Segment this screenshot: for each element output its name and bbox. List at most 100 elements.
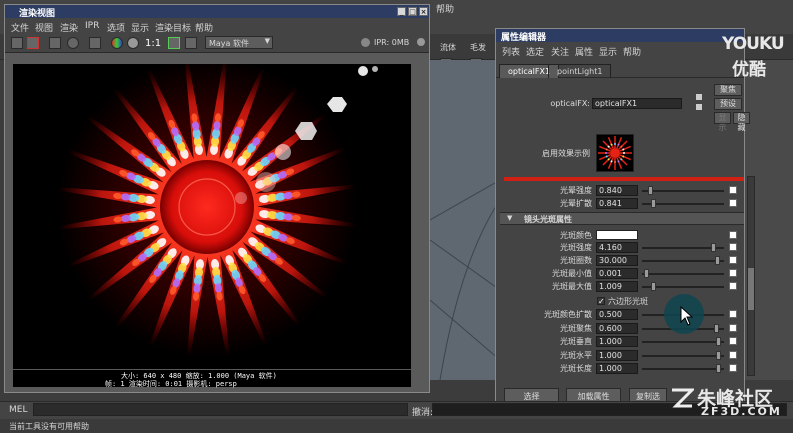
rendered-image[interactable] [13,64,411,369]
remove-image-icon[interactable] [185,37,197,49]
help-line-text: 当前工具没有可用帮助 [9,422,89,431]
swatch-bead [614,143,616,145]
attribute-value-field[interactable]: 0.001 [596,268,638,279]
slider-knob[interactable] [648,186,654,195]
slider-knob[interactable] [714,256,720,265]
snapshot-icon[interactable] [49,37,61,49]
attribute-value-field[interactable]: 30.000 [596,255,638,266]
attribute-value-field[interactable]: 1.009 [596,281,638,292]
slider-knob[interactable] [713,323,719,333]
slider-knob[interactable] [716,364,722,373]
attribute-slider[interactable] [642,190,724,192]
perspective-viewport[interactable] [430,60,500,380]
ipr-icon[interactable] [89,37,101,49]
attribute-slider[interactable] [642,341,724,343]
attribute-value-field[interactable]: 1.000 [596,363,638,374]
show-button[interactable]: 显示 [714,112,731,132]
tab-pointlight1[interactable]: pointLight1 [548,64,612,78]
hexagon-checkbox[interactable]: ✓ [597,297,605,306]
slider-knob[interactable] [643,269,649,278]
ratio-label[interactable]: 1:1 [145,38,161,49]
node-name-field[interactable]: opticalFX1 [592,98,682,109]
map-button-icon[interactable] [729,364,737,372]
attribute-label: 光斑水平 [560,350,592,360]
shelf-tab-fluids[interactable]: 流体 [440,42,456,53]
ae-menu-help[interactable]: 帮助 [623,45,641,58]
slider-knob[interactable] [716,337,722,346]
attribute-value-field[interactable]: 0.840 [596,185,638,196]
attribute-value-field[interactable]: 0.500 [596,309,638,320]
renderer-dropdown[interactable]: Maya 软件 ▼ [205,36,273,49]
alpha-channel-icon[interactable] [127,37,139,49]
focus-button[interactable]: 聚焦 [714,84,742,96]
maya-menu-help[interactable]: 帮助 [436,2,454,15]
slider-knob[interactable] [716,350,722,360]
swatch-bead [623,152,625,154]
attribute-value-field[interactable]: 0.600 [596,322,638,334]
slider-knob[interactable] [650,199,656,208]
mel-label[interactable]: MEL [9,405,27,415]
attribute-row: 光斑颜色扩散 0.500 [496,309,744,321]
close-button[interactable]: × [419,7,428,16]
renderer-value: Maya 软件 [209,39,249,48]
attribute-editor-window: 属性编辑器 列表 选定 关注 属性 显示 帮助 opticalFX1 point… [495,28,750,409]
map-button-icon[interactable] [729,282,737,290]
render-icon[interactable] [11,37,23,49]
ae-menu-show[interactable]: 显示 [599,45,617,58]
render-region-icon[interactable] [27,37,39,49]
shelf-tab-fur[interactable]: 毛发 [470,42,486,53]
youku-logo: YOUKU [722,34,785,54]
attribute-slider[interactable] [642,273,724,275]
attribute-row: 光斑水平 1.000 [496,349,744,362]
attribute-value-field[interactable]: 4.160 [596,242,638,253]
attribute-row: 光斑最小值 0.001 [496,268,744,280]
map-button-icon[interactable] [729,199,737,207]
scrollbar-thumb[interactable] [748,268,754,310]
refresh-icon[interactable] [67,37,79,49]
slider-knob[interactable] [710,243,716,252]
attribute-value-field[interactable]: 0.841 [596,198,638,209]
map-button-icon[interactable] [729,231,737,239]
lens-flare-section-header[interactable]: ▼ 镜头光斑属性 [500,212,744,225]
ae-menu-list[interactable]: 列表 [502,45,520,58]
ae-menu-attributes[interactable]: 属性 [575,45,593,58]
attribute-slider[interactable] [642,354,724,357]
mel-input[interactable] [33,403,408,416]
attribute-value-field[interactable]: 1.000 [596,336,638,347]
map-button-icon[interactable] [729,269,737,277]
map-button-icon[interactable] [729,337,737,345]
mouse-cursor-icon [680,306,694,326]
option-icon[interactable] [417,38,425,46]
map-button-icon[interactable] [729,310,737,318]
map-button-icon[interactable] [729,350,737,359]
viewport-grid [430,179,500,380]
input-connection-icon[interactable] [696,94,702,100]
menu-ipr[interactable]: IPR [85,21,99,31]
map-button-icon[interactable] [729,186,737,194]
attribute-row: 光斑长度 1.000 [496,363,744,375]
rgb-channel-icon[interactable] [111,37,123,49]
ae-menu-focus[interactable]: 关注 [551,45,569,58]
ae-menu-selected[interactable]: 选定 [526,45,544,58]
render-view-title: 渲染视图 [19,9,56,19]
minimize-button[interactable]: _ [397,7,406,16]
attribute-editor-menubar: 列表 选定 关注 属性 显示 帮助 [496,43,744,58]
output-connection-icon[interactable] [696,104,702,110]
zf-logo-url: ZF3D.COM [701,405,782,418]
slider-knob[interactable] [651,282,657,291]
hide-button[interactable]: 隐藏 [733,112,750,132]
maximize-button[interactable]: □ [408,7,417,16]
keep-image-icon[interactable] [168,37,180,49]
map-button-icon[interactable] [729,243,737,251]
lens-flare-render [13,64,411,369]
flare-color-swatch[interactable] [596,230,638,240]
attribute-value-field[interactable]: 1.000 [596,349,638,361]
map-button-icon[interactable] [729,256,737,264]
presets-button[interactable]: 预设 [714,98,742,110]
attribute-slider[interactable] [642,260,724,262]
render-info-line2: 帧: 1 渲染时间: 0:01 摄影机: persp [105,380,237,388]
effect-sample-swatch[interactable] [596,134,634,172]
attribute-slider[interactable] [642,368,724,370]
attribute-row: 光斑聚焦 0.600 [496,322,744,335]
map-button-icon[interactable] [729,323,737,332]
